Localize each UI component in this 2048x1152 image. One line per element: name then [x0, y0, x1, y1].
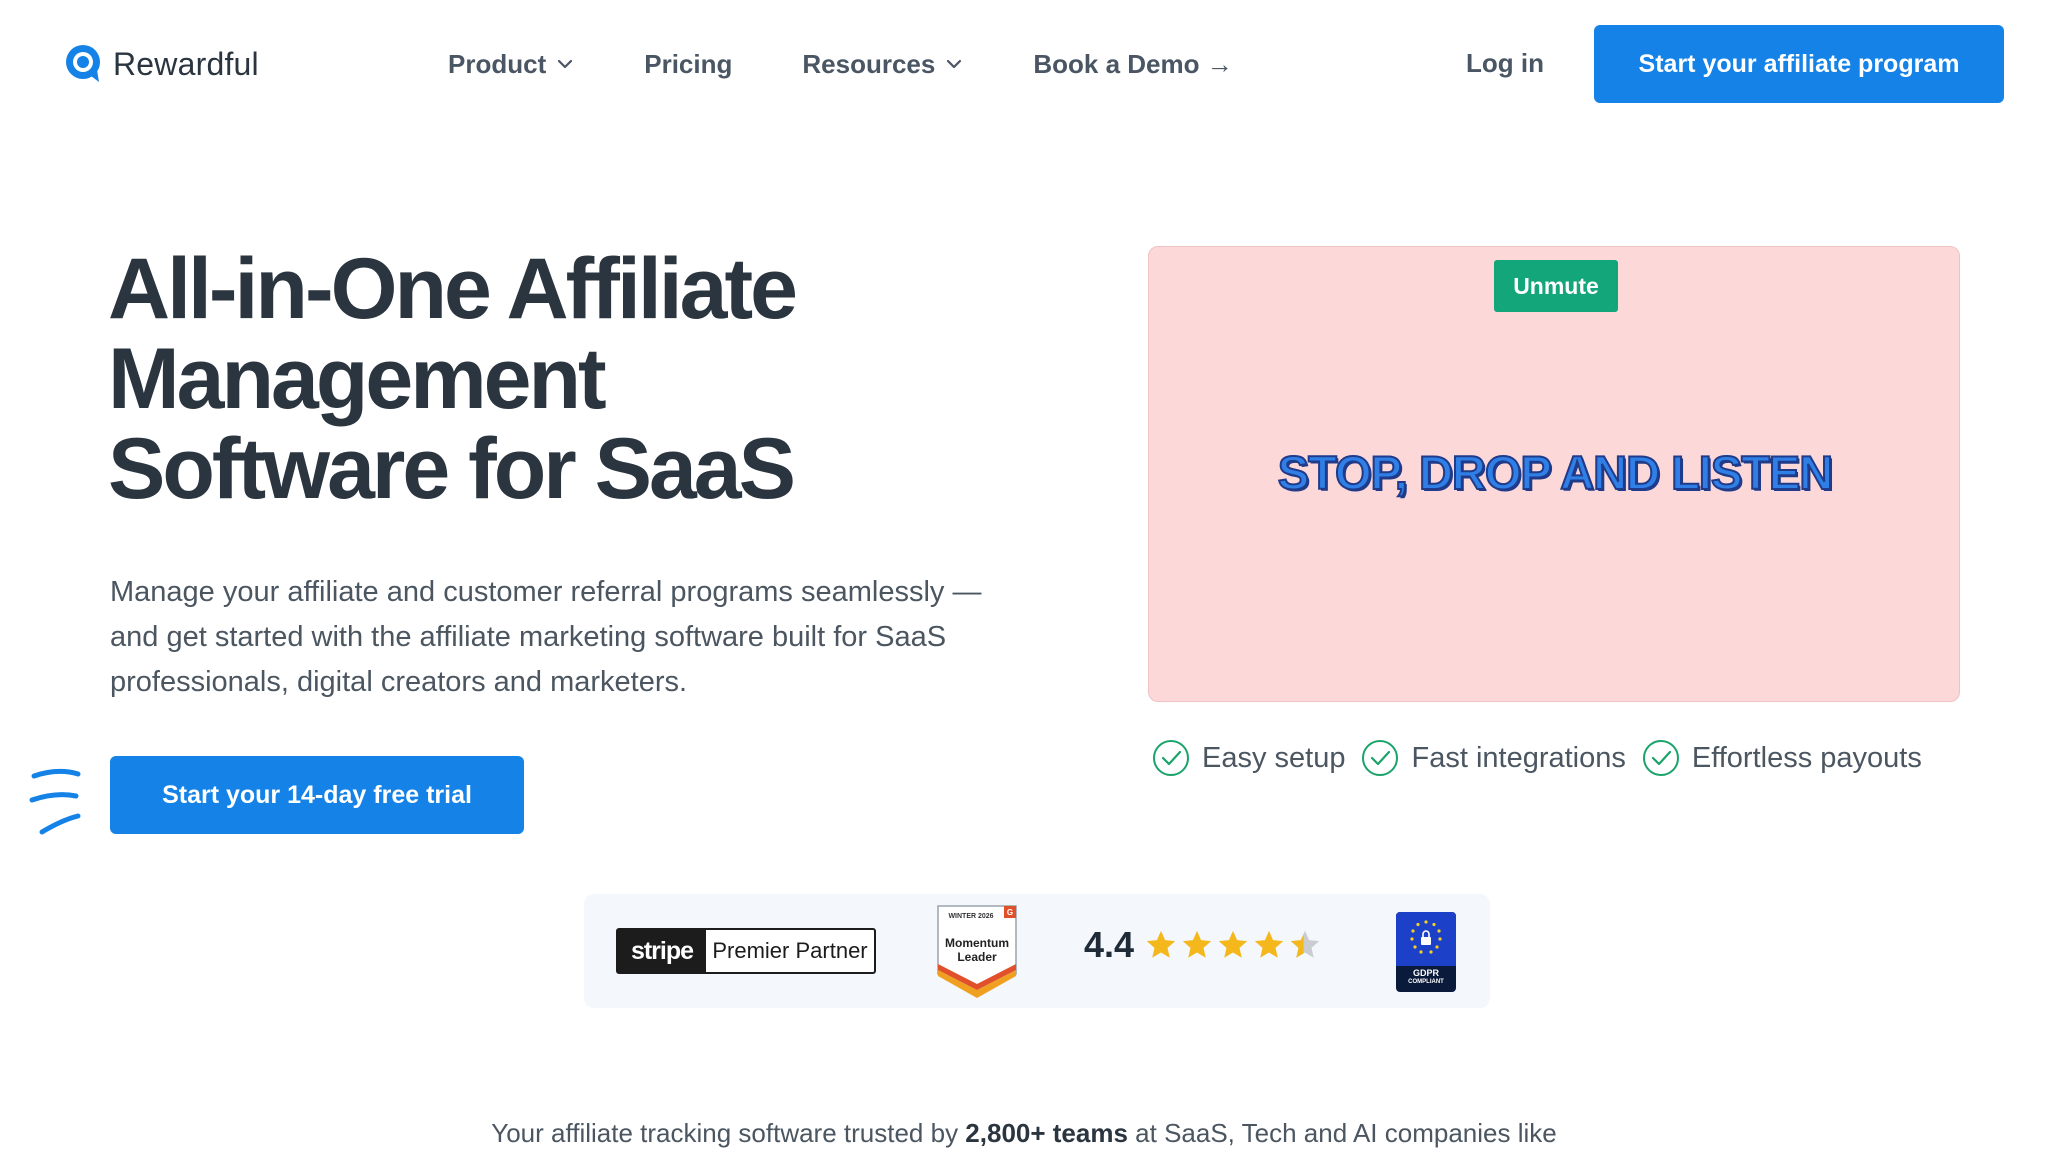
g2-momentum-leader-badge: G WINTER 2026 Momentum Leader: [936, 904, 1018, 998]
feature-list: Easy setup Fast integrations Effortless …: [1152, 738, 1938, 778]
chevron-down-icon: [947, 59, 962, 69]
feature-label: Easy setup: [1202, 741, 1346, 774]
hero-subtitle: Manage your affiliate and customer refer…: [110, 576, 982, 698]
gdpr-compliant-badge: GDPR COMPLIANT: [1396, 912, 1456, 992]
rating-value: 4.4: [1084, 924, 1135, 965]
check-circle-icon: [1642, 740, 1679, 776]
stripe-logo: stripe: [618, 930, 706, 972]
login-link[interactable]: Log in: [1466, 48, 1544, 79]
trust-prefix: Your affiliate tracking software trusted…: [491, 1118, 966, 1148]
feature-label: Effortless payouts: [1691, 741, 1922, 774]
brand-logo[interactable]: Rewardful: [63, 42, 259, 86]
nav-item-label: Book a Demo →: [1033, 48, 1233, 79]
nav-item-label: Pricing: [644, 48, 733, 79]
start-free-trial-button[interactable]: Start your 14-day free trial: [110, 756, 524, 834]
gdpr-sublabel: COMPLIANT: [1408, 979, 1444, 985]
rewardful-logo-icon: [66, 45, 100, 82]
hero-title-line: Software for SaaS: [108, 421, 796, 517]
g2-title-line: Momentum: [945, 936, 1009, 950]
video-caption: STOP, DROP AND LISTEN: [1277, 445, 1834, 500]
g2-title-line: Leader: [957, 950, 997, 964]
stripe-partner-badge: stripe Premier Partner: [616, 928, 876, 974]
check-circle-icon: [1153, 740, 1189, 776]
trust-statement: Your affiliate tracking software trusted…: [0, 1118, 2048, 1149]
trust-suffix: at SaaS, Tech and AI companies like: [1127, 1118, 1557, 1148]
chevron-down-icon: [558, 59, 573, 69]
nav-links: Product Pricing Resources Book a Demo →: [448, 44, 1303, 84]
nav-item-label: Product: [448, 48, 547, 79]
accent-strokes-icon: [29, 768, 81, 835]
hero-title-line: All-in-One Affiliate: [108, 241, 798, 337]
brand-name: Rewardful: [113, 45, 259, 82]
nav-item-product[interactable]: Product: [448, 49, 574, 80]
star-half-icon: [1290, 930, 1320, 958]
check-circle-icon: [1362, 740, 1399, 776]
feature-item: Effortless payouts: [1642, 739, 1922, 777]
start-affiliate-program-button[interactable]: Start your affiliate program: [1594, 25, 2004, 103]
star-icon: [1182, 930, 1212, 958]
feature-item: Fast integrations: [1361, 739, 1626, 777]
unmute-button[interactable]: Unmute: [1494, 260, 1618, 312]
svg-text:G: G: [1007, 908, 1013, 917]
hero-title: All-in-One Affiliate Management Software…: [108, 244, 968, 514]
eu-stars-lock-icon: [1410, 920, 1442, 954]
nav-item-pricing[interactable]: Pricing: [644, 49, 732, 80]
rating: 4.4: [1084, 924, 1324, 966]
feature-item: Easy setup: [1152, 739, 1345, 777]
top-navigation: Rewardful Product Pricing Resources Book…: [0, 0, 2048, 130]
nav-item-resources[interactable]: Resources: [802, 49, 963, 80]
hero-video[interactable]: Unmute STOP, DROP AND LISTEN: [1148, 246, 1960, 702]
feature-label: Fast integrations: [1411, 741, 1626, 774]
g2-season: WINTER 2026: [948, 913, 994, 920]
nav-item-label: Resources: [802, 48, 936, 79]
star-icon: [1254, 930, 1284, 958]
gdpr-label: GDPR: [1412, 968, 1439, 978]
stripe-partner-label: Premier Partner: [712, 938, 868, 963]
g2-title: Momentum Leader: [936, 936, 1018, 964]
hero-title-line: Management: [108, 331, 607, 427]
nav-item-book-demo[interactable]: Book a Demo →: [1033, 49, 1232, 80]
star-icon: [1146, 930, 1176, 958]
trust-highlight: 2,800+ teams: [965, 1118, 1128, 1148]
trust-badges: stripe Premier Partner G WINTER 2026 Mom…: [584, 894, 1490, 1008]
star-icon: [1218, 930, 1248, 958]
